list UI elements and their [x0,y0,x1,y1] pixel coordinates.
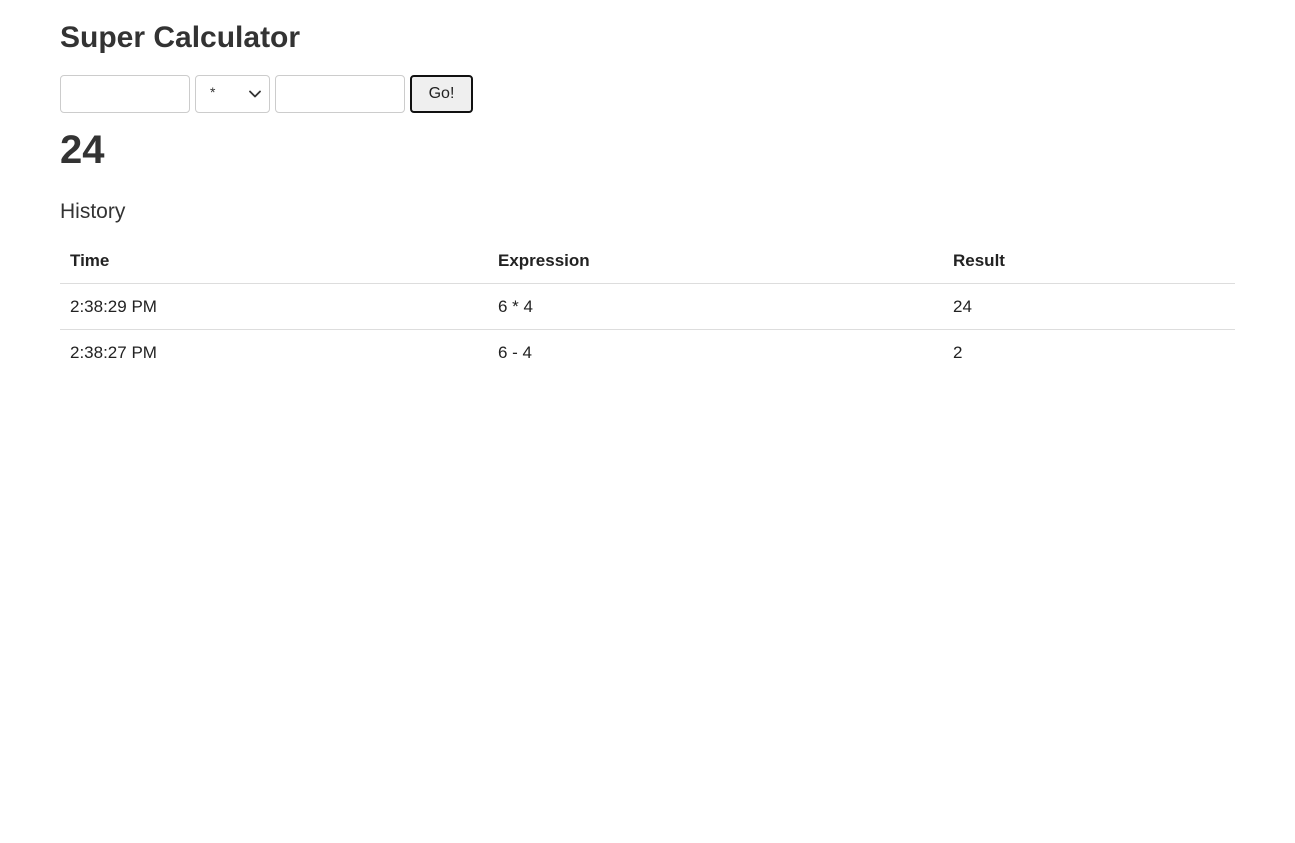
cell-result: 24 [953,296,972,316]
operator-selected-value: * [210,84,216,100]
cell-time: 2:38:27 PM [60,329,488,375]
calculator-form: * Go! [60,75,473,113]
table-row: 2:38:29 PM 6 * 4 24 [60,284,1235,330]
cell-time: 2:38:29 PM [70,296,157,316]
column-header-time: Time [60,238,488,284]
chevron-down-icon [249,90,261,98]
go-button[interactable]: Go! [410,75,473,113]
result-value: 24 [60,128,105,172]
cell-expression: 6 - 4 [488,329,943,375]
history-heading: History [60,200,126,223]
first-number-input[interactable] [60,75,190,113]
table-row: 2:38:27 PM 6 - 4 2 [60,329,1235,375]
history-table: Time Expression Result 2:38:29 PM 6 * 4 … [60,238,1235,375]
operator-select[interactable]: * [195,75,270,113]
column-header-expression: Expression [488,238,943,284]
column-header-result: Result [943,238,1235,284]
cell-expression: 6 * 4 [498,296,533,316]
page-title: Super Calculator [60,21,301,54]
cell-result: 2 [943,329,1235,375]
history-header-row: Time Expression Result [60,238,1235,284]
second-number-input[interactable] [275,75,405,113]
